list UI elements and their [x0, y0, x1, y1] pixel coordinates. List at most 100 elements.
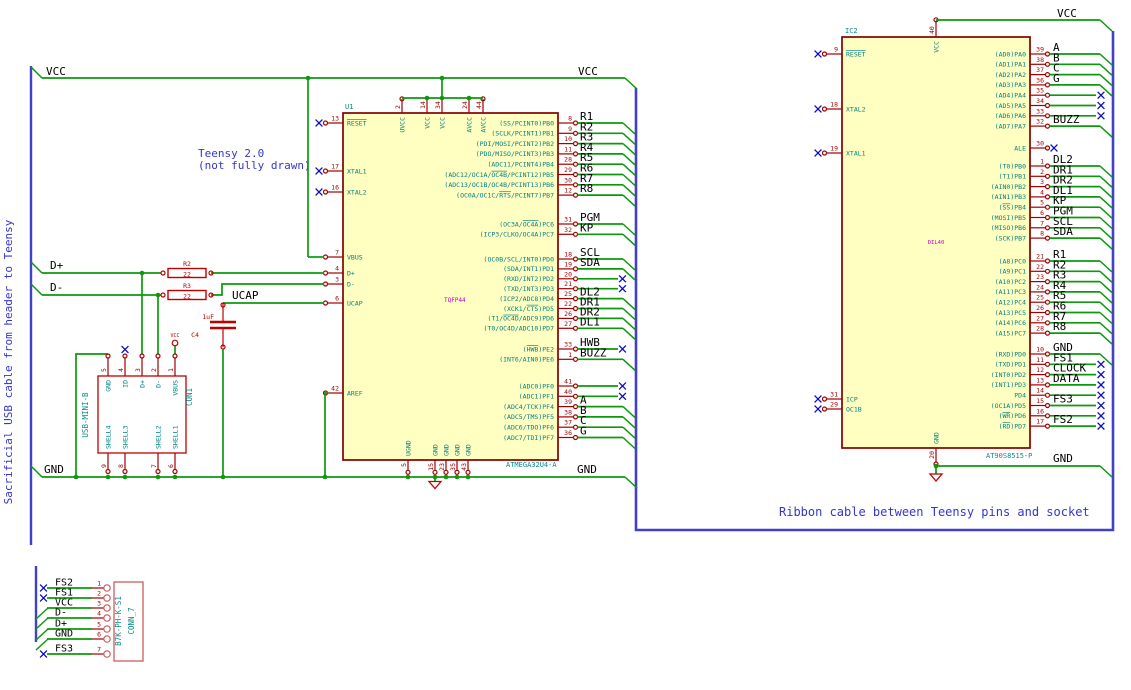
pin-number: 33 [564, 341, 572, 349]
pin-name: AVCC [465, 117, 473, 133]
pin-number: 28 [564, 156, 572, 164]
pin-name: (TXD/INT3)PD3 [503, 285, 554, 293]
bus-entry [622, 173, 636, 187]
pin-name: (SCK)PB7 [995, 234, 1026, 242]
net-label: FS3 [1053, 393, 1073, 406]
pin-end [103, 604, 111, 612]
pin-number: 5 [400, 463, 408, 467]
pin-end [1044, 330, 1051, 336]
pin-number: 22 [1036, 263, 1044, 271]
pin-name: SHELL2 [155, 425, 163, 449]
bus-entry [624, 77, 638, 90]
net-label: UCAP [232, 289, 259, 302]
pin-end [1044, 173, 1051, 179]
junction-dot [155, 474, 161, 480]
pin-number: 9 [568, 125, 572, 133]
pin-number: 10 [1036, 346, 1044, 354]
pin-name: ICP [846, 395, 858, 403]
pin-number: 15 [427, 463, 435, 471]
pin-name: (ADC7/TDI)PF7 [503, 434, 554, 442]
gnd-symbol [928, 473, 944, 482]
bus-entry [1099, 125, 1113, 138]
pin-number: 36 [1036, 76, 1044, 84]
pin-number: 36 [564, 429, 572, 437]
pin-name: (INT0)PD2 [991, 371, 1026, 379]
pin-end [1044, 61, 1051, 67]
pin-number: 1 [167, 368, 175, 372]
pin-end [322, 254, 329, 260]
pin-number: 23 [438, 463, 446, 471]
pin-end [572, 141, 579, 147]
pin-number: 39 [1036, 46, 1044, 54]
pin-name: RESET [846, 50, 866, 58]
junction-dot [439, 75, 445, 81]
pin-name: VBUS [347, 253, 363, 261]
pin-end [139, 353, 145, 359]
bus-entry [1099, 216, 1113, 230]
bus-entry [1099, 281, 1113, 294]
pin-number: 5 [100, 368, 108, 372]
junction-dot [122, 474, 128, 480]
bus-entry [622, 416, 636, 429]
u1-value: ATMEGA32U4-A [506, 461, 557, 469]
pin-end [1044, 123, 1051, 129]
bus-entry [622, 258, 636, 271]
pin-name: (RXD)PD0 [995, 350, 1026, 358]
pin-name: (A11)PC3 [995, 288, 1026, 296]
net-label: D- [55, 608, 67, 619]
bus-entry [622, 153, 636, 166]
pin-end [1044, 289, 1051, 295]
pin-name: (AD2)PA2 [995, 71, 1026, 79]
pin-name: XTAL2 [846, 105, 866, 113]
bus-entry [30, 66, 43, 79]
schematic-canvas: Sacrificial USB cable from header to Tee… [0, 0, 1131, 690]
pin-name: (AD3)PA3 [995, 81, 1026, 89]
net-label: DL1 [580, 315, 600, 328]
pin-number: 37 [1036, 66, 1044, 74]
conn7-value: B7K-PH-K-S1 [114, 596, 123, 646]
junction-dot [466, 95, 472, 101]
pin-number: 1 [1040, 158, 1044, 166]
junction-dot [155, 292, 161, 298]
pin-number: 4 [335, 265, 339, 273]
pin-name: GND [105, 380, 113, 392]
pin-name: (SDA/INT1)PD1 [503, 265, 554, 273]
pin-number: 11 [1036, 356, 1044, 364]
pin-end [1044, 82, 1051, 88]
bus-entry [1099, 291, 1113, 304]
net-label: VCC [1057, 7, 1077, 20]
pin-name: D+ [347, 269, 355, 277]
pin-end [1044, 258, 1051, 264]
pin-end [572, 404, 579, 410]
junction-dot [220, 474, 226, 480]
pin-name: (AIN1)PB3 [991, 193, 1026, 201]
pin-end [572, 414, 579, 420]
pin-number: 4 [1040, 188, 1044, 196]
bus-entry [622, 268, 636, 281]
pin-end [1044, 194, 1051, 200]
bus-entry [622, 132, 636, 145]
pin-number: 1 [568, 351, 572, 359]
pin-number: 34 [434, 101, 442, 109]
bus-entry [35, 617, 49, 630]
net-label: D+ [50, 259, 64, 272]
junction-dot [305, 75, 311, 81]
pin-name: D- [347, 280, 355, 288]
pin-end [1044, 361, 1051, 367]
pin-end [1044, 309, 1051, 316]
pin-end [322, 189, 329, 195]
pin-name: AREF [347, 389, 363, 397]
net-label: FS2 [1053, 413, 1073, 426]
junction-dot [105, 474, 111, 480]
net-label: SDA [580, 256, 600, 269]
pin-number: 32 [564, 226, 572, 234]
bus-entry [622, 406, 636, 419]
pin-end [155, 468, 161, 475]
pin-number: 16 [1036, 407, 1044, 415]
pin-end [1044, 235, 1051, 241]
bus-entry [1099, 260, 1113, 273]
net-label: VCC [578, 65, 598, 78]
pin-name: (SCLK/PCINT1)PB1 [491, 130, 554, 138]
pin-end [572, 296, 579, 302]
pin-end [572, 434, 579, 441]
